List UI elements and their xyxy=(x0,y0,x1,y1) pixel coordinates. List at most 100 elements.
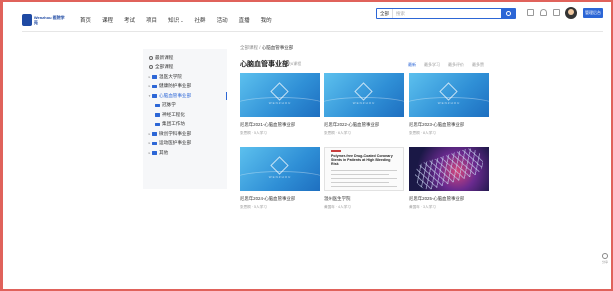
text-line xyxy=(331,186,397,187)
list-icon xyxy=(149,65,153,70)
nav-item[interactable]: 活动 xyxy=(217,16,228,24)
text-line xyxy=(331,178,397,179)
thumb-brand: WENZHOU xyxy=(352,101,376,105)
folder-icon xyxy=(152,94,157,98)
course-meta: 张思桐 · 8人学习 xyxy=(409,131,436,135)
sort-tabs: 最新 最多学习 最多评价 最多赞 xyxy=(408,62,484,68)
paper-title: Polymer-free Drug-Coated Coronary Stents… xyxy=(331,154,393,167)
breadcrumb-root[interactable]: 全部课程 xyxy=(240,45,258,50)
sidebar-item[interactable]: 集团工作坊 xyxy=(143,120,227,130)
folder-icon xyxy=(152,151,157,155)
page-title: 心脑血管事业部 xyxy=(240,61,289,68)
sidebar-item-label: 其他 xyxy=(159,149,169,155)
nav-item[interactable]: 直播 xyxy=(239,16,250,24)
sidebar-item[interactable]: 冠脉学 xyxy=(143,101,227,111)
wave-decoration xyxy=(324,97,404,117)
course-title[interactable]: 尼思年2021-心脑血管事业部 xyxy=(240,122,320,128)
course-card[interactable]: WENZHOU 尼思年2024-心脑血管事业部 张思桐 · 5人学习 xyxy=(240,147,320,212)
course-card[interactable]: WENZHOU 尼思年2021-心脑血管事业部 张思桐 · 5人学习 xyxy=(240,73,320,138)
course-meta: 张思桐 · 5人学习 xyxy=(240,205,267,209)
manage-button[interactable]: 管理后台 xyxy=(583,8,603,18)
search-scope-select[interactable]: 全部 xyxy=(377,9,393,18)
course-title[interactable]: 温州医生学院 xyxy=(324,196,404,202)
nav-item[interactable]: 考试 xyxy=(124,16,135,24)
text-line xyxy=(331,174,389,175)
course-thumbnail[interactable]: WENZHOU xyxy=(324,73,404,117)
breadcrumb: 全部课程 / 心脑血管事业部 xyxy=(240,45,293,51)
folder-icon xyxy=(152,84,157,88)
breadcrumb-current: 心脑血管事业部 xyxy=(261,45,294,50)
course-thumbnail[interactable]: WENZHOU xyxy=(409,73,489,117)
course-card[interactable]: Polymer-free Drug-Coated Coronary Stents… xyxy=(324,147,404,212)
sort-tab-most-learned[interactable]: 最多学习 xyxy=(424,62,440,68)
course-card[interactable]: 尼思年2025-心脑血管事业部 黄国年 · 3人学习 xyxy=(409,147,489,212)
text-line xyxy=(331,182,389,183)
text-line xyxy=(331,170,397,171)
nav-item[interactable]: 知识 xyxy=(168,16,183,24)
wave-decoration xyxy=(240,97,320,117)
search-bar: 全部 搜索 xyxy=(376,8,516,19)
course-title[interactable]: 尼思年2025-心脑血管事业部 xyxy=(409,196,489,202)
thumb-brand: WENZHOU xyxy=(268,175,292,179)
nav-item[interactable]: 首页 xyxy=(80,16,91,24)
thumb-brand: WENZHOU xyxy=(437,101,461,105)
course-meta: 张思桐 · 6人学习 xyxy=(324,131,351,135)
apps-icon[interactable] xyxy=(527,9,534,16)
nav-item[interactable]: 社群 xyxy=(195,16,206,24)
course-meta: 张思桐 · 5人学习 xyxy=(240,131,267,135)
sidebar-item[interactable]: ▸ 运动医护事业部 xyxy=(143,139,227,149)
sidebar-item-label: 最新课程 xyxy=(155,54,174,60)
sidebar-item-label: 冠脉学 xyxy=(162,102,176,108)
nav-item[interactable]: 课程 xyxy=(102,16,113,24)
wave-decoration xyxy=(409,97,489,117)
course-thumbnail[interactable]: Polymer-free Drug-Coated Coronary Stents… xyxy=(324,147,404,191)
search-input[interactable]: 搜索 xyxy=(393,11,501,17)
message-icon[interactable] xyxy=(553,9,560,16)
nav-item[interactable]: 项目 xyxy=(146,16,157,24)
folder-icon xyxy=(155,122,160,126)
header-divider xyxy=(22,31,603,32)
journal-mark xyxy=(331,150,341,152)
search-button[interactable] xyxy=(501,9,515,18)
folder-icon xyxy=(152,75,157,79)
course-meta: 黄国年 · 3人学习 xyxy=(409,205,436,209)
course-title[interactable]: 尼思年2022-心脑血管事业部 xyxy=(324,122,404,128)
nav-item[interactable]: 我的 xyxy=(261,16,272,24)
sidebar-item[interactable]: 神经工程化 xyxy=(143,110,227,120)
sidebar-item[interactable]: ▸ 其他 xyxy=(143,148,227,158)
course-card[interactable]: WENZHOU 尼思年2023-心脑血管事业部 张思桐 · 8人学习 xyxy=(409,73,489,138)
sidebar-item[interactable]: ▸ 微创学科事业部 xyxy=(143,129,227,139)
folder-icon xyxy=(152,132,157,136)
course-meta: 黄国年 · 4人学习 xyxy=(324,205,351,209)
sidebar-item-label: 温医大学院 xyxy=(159,73,182,79)
sidebar-item-label: 健康防护事业部 xyxy=(159,83,192,89)
avatar[interactable] xyxy=(565,7,577,19)
sort-tab-latest[interactable]: 最新 xyxy=(408,62,416,68)
site-logo[interactable]: Wenzhou 医院学苑 xyxy=(22,11,68,29)
sidebar-item[interactable]: 最新课程 xyxy=(143,53,227,63)
category-sidebar: 最新课程全部课程 ▸ 温医大学院 ▸ 健康防护事业部 ▾ 心脑血管事业部 冠脉学神经工程化集团… xyxy=(143,49,227,189)
search-icon xyxy=(505,11,511,16)
sidebar-item[interactable]: ▸ 健康防护事业部 xyxy=(143,82,227,92)
sidebar-item[interactable]: ▾ 心脑血管事业部 xyxy=(143,91,227,101)
course-thumbnail[interactable] xyxy=(409,147,489,191)
sort-tab-most-reviewed[interactable]: 最多评价 xyxy=(448,62,464,68)
sidebar-item[interactable]: ▸ 温医大学院 xyxy=(143,72,227,82)
wave-decoration xyxy=(240,171,320,191)
sidebar-item-label: 神经工程化 xyxy=(162,111,185,117)
course-thumbnail[interactable]: WENZHOU xyxy=(240,73,320,117)
share-icon xyxy=(602,253,608,259)
share-float[interactable]: 分享 xyxy=(602,253,610,264)
sidebar-item-label: 运动医护事业部 xyxy=(159,140,192,146)
folder-icon xyxy=(155,103,160,107)
stent-image xyxy=(411,147,487,191)
course-title[interactable]: 尼思年2024-心脑血管事业部 xyxy=(240,196,320,202)
course-card[interactable]: WENZHOU 尼思年2022-心脑血管事业部 张思桐 · 6人学习 xyxy=(324,73,404,138)
sidebar-item-label: 集团工作坊 xyxy=(162,121,185,127)
course-thumbnail[interactable]: WENZHOU xyxy=(240,147,320,191)
bell-icon[interactable] xyxy=(540,9,547,16)
sidebar-item[interactable]: 全部课程 xyxy=(143,63,227,73)
course-count: 共6课程 xyxy=(287,61,302,66)
course-title[interactable]: 尼思年2023-心脑血管事业部 xyxy=(409,122,489,128)
sort-tab-most-liked[interactable]: 最多赞 xyxy=(472,62,484,68)
